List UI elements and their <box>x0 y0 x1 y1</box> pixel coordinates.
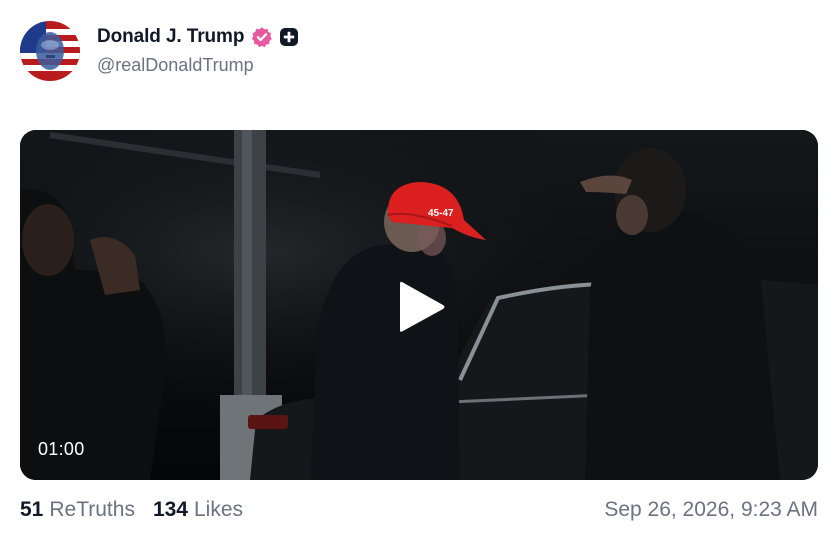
display-name[interactable]: Donald J. Trump <box>97 26 244 48</box>
play-icon[interactable] <box>398 280 446 334</box>
avatar[interactable] <box>20 21 80 81</box>
likes-count: 134 <box>152 498 188 521</box>
cap-text: 45-47 <box>428 208 454 219</box>
handle[interactable]: @realDonaldTrump <box>97 55 299 76</box>
likes-label: Likes <box>194 498 244 521</box>
plus-badge-icon <box>280 28 299 46</box>
post-header: Donald J. Trump @realDonaldTrump <box>20 20 299 82</box>
verified-badge-icon <box>252 27 273 48</box>
retruths-label: ReTruths <box>49 498 135 521</box>
video-duration: 01:00 <box>38 439 85 459</box>
retruths-count: 51 <box>20 498 44 521</box>
retruths-stat[interactable]: 51 ReTruths <box>20 498 135 522</box>
post-timestamp[interactable]: Sep 26, 2026, 9:23 AM <box>604 498 818 522</box>
avatar-image <box>20 21 80 81</box>
likes-stat[interactable]: 134 Likes <box>153 498 243 522</box>
video-player[interactable]: 45-47 01:00 <box>20 130 818 480</box>
post-footer: 51 ReTruths 134 Likes Sep 26, 2026, 9:23… <box>20 496 818 524</box>
